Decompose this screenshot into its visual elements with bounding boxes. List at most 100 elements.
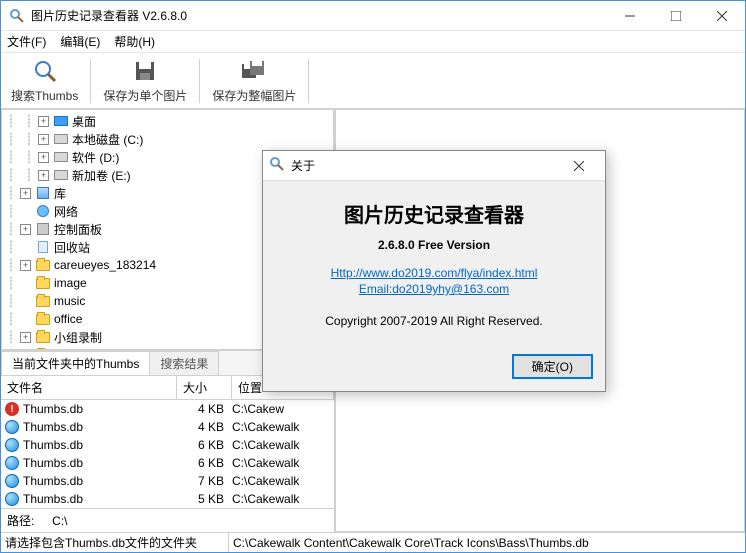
folder-icon [35,312,51,326]
file-list[interactable]: !Thumbs.db4 KBC:\CakewThumbs.db4 KBC:\Ca… [1,400,334,508]
tree-label: 控制面板 [54,221,102,238]
thumbs-icon [5,456,19,470]
statusbar: 请选择包含Thumbs.db文件的文件夹 C:\Cakewalk Content… [1,532,745,552]
thumbs-icon [5,492,19,506]
about-title: 关于 [291,157,559,174]
file-size: 4 KB [177,420,232,434]
toolbar-separator [199,59,200,103]
toolbar-save-single[interactable]: 保存为单个图片 [93,55,197,107]
close-button[interactable] [699,1,745,31]
tree-label: 网络 [54,203,78,220]
toolbar: 搜索Thumbs 保存为单个图片 保存为整幅图片 [1,53,745,109]
desk-icon [53,114,69,128]
file-location: C:\Cakew [232,402,334,416]
expand-icon[interactable]: + [38,116,49,127]
toolbar-save-whole[interactable]: 保存为整幅图片 [202,55,306,107]
file-location: C:\Cakewalk [232,474,334,488]
file-size: 6 KB [177,456,232,470]
file-size: 7 KB [177,474,232,488]
thumbs-icon [5,420,19,434]
folder-icon [35,330,51,344]
about-ok-button[interactable]: 确定(O) [512,354,593,379]
lib-icon [35,186,51,200]
about-dialog: 关于 图片历史记录查看器 2.6.8.0 Free Version Http:/… [262,150,606,392]
file-name: Thumbs.db [23,474,83,488]
save-multi-icon [240,57,268,85]
expand-icon[interactable]: + [20,224,31,235]
folder-icon [35,276,51,290]
file-size: 4 KB [177,402,232,416]
about-url-link[interactable]: Http://www.do2019.com/flya/index.html [279,266,589,280]
tree-label: 软件 (D:) [72,149,119,166]
file-location: C:\Cakewalk [232,456,334,470]
col-size[interactable]: 大小 [177,376,232,399]
file-name: Thumbs.db [23,402,83,416]
toolbar-search[interactable]: 搜索Thumbs [1,55,88,107]
tree-node[interactable]: ┊┊+本地磁盘 (C:) [2,130,333,148]
menu-file[interactable]: 文件(F) [7,33,46,50]
about-app-icon [269,156,285,175]
app-icon [9,8,25,24]
toolbar-separator [90,59,91,103]
tree-node[interactable]: ┊┊+桌面 [2,112,333,130]
about-body: 图片历史记录查看器 2.6.8.0 Free Version Http://ww… [263,181,605,354]
about-close-button[interactable] [559,152,599,180]
status-path: C:\Cakewalk Content\Cakewalk Core\Track … [229,536,745,550]
expand-icon[interactable]: + [20,332,31,343]
expand-icon[interactable]: + [38,170,49,181]
file-location: C:\Cakewalk [232,420,334,434]
about-version: 2.6.8.0 Free Version [279,238,589,252]
thumbs-icon [5,474,19,488]
thumbs-icon [5,438,19,452]
tab-current-folder[interactable]: 当前文件夹中的Thumbs [1,351,150,375]
about-heading: 图片历史记录查看器 [279,199,589,228]
table-row[interactable]: Thumbs.db 6 KBC:\Cakewalk [1,454,334,472]
status-hint: 请选择包含Thumbs.db文件的文件夹 [1,533,229,552]
about-email-link[interactable]: Email:do2019yhy@163.com [279,282,589,296]
net-icon [35,204,51,218]
menu-help[interactable]: 帮助(H) [114,33,155,50]
folder-icon [35,294,51,308]
file-location: C:\Cakewalk [232,438,334,452]
titlebar: 图片历史记录查看器 V2.6.8.0 [1,1,745,31]
expand-icon[interactable]: + [20,188,31,199]
file-name: Thumbs.db [23,420,83,434]
table-row[interactable]: ! Thumbs.db 4 KBC:\Cakew [1,400,334,418]
tree-label: 小组录制 [54,329,102,346]
tab-search-results[interactable]: 搜索结果 [149,351,219,375]
menubar: 文件(F) 编辑(E) 帮助(H) [1,31,745,53]
folder-icon [35,258,51,272]
tree-label: 回收站 [54,239,90,256]
expand-icon[interactable]: + [38,134,49,145]
file-name: Thumbs.db [23,456,83,470]
table-row[interactable]: Thumbs.db 7 KBC:\Cakewalk [1,472,334,490]
path-bar: 路径: C:\ [1,508,334,532]
table-row[interactable]: Thumbs.db 6 KBC:\Cakewalk [1,436,334,454]
minimize-button[interactable] [607,1,653,31]
col-filename[interactable]: 文件名 [1,376,177,399]
menu-edit[interactable]: 编辑(E) [60,33,100,50]
error-icon: ! [5,402,19,416]
path-value: C:\ [52,514,67,528]
about-button-row: 确定(O) [263,354,605,391]
about-copyright: Copyright 2007-2019 All Right Reserved. [279,314,589,328]
file-name: Thumbs.db [23,438,83,452]
file-name: Thumbs.db [23,492,83,506]
tree-label: image [54,276,87,290]
bin-icon [35,240,51,254]
cp-icon [35,222,51,236]
table-row[interactable]: Thumbs.db5 KBC:\Cakewalk [1,490,334,508]
tree-label: office [54,312,82,326]
save-icon [133,57,157,85]
tree-label: careueyes_183214 [54,258,156,272]
expand-icon[interactable]: + [38,152,49,163]
table-row[interactable]: Thumbs.db 4 KBC:\Cakewalk [1,418,334,436]
maximize-button[interactable] [653,1,699,31]
about-titlebar: 关于 [263,151,605,181]
drive-icon [53,168,69,182]
file-size: 6 KB [177,438,232,452]
expand-icon[interactable]: + [20,260,31,271]
toolbar-separator [308,59,309,103]
drive-icon [53,150,69,164]
search-icon [31,57,59,85]
